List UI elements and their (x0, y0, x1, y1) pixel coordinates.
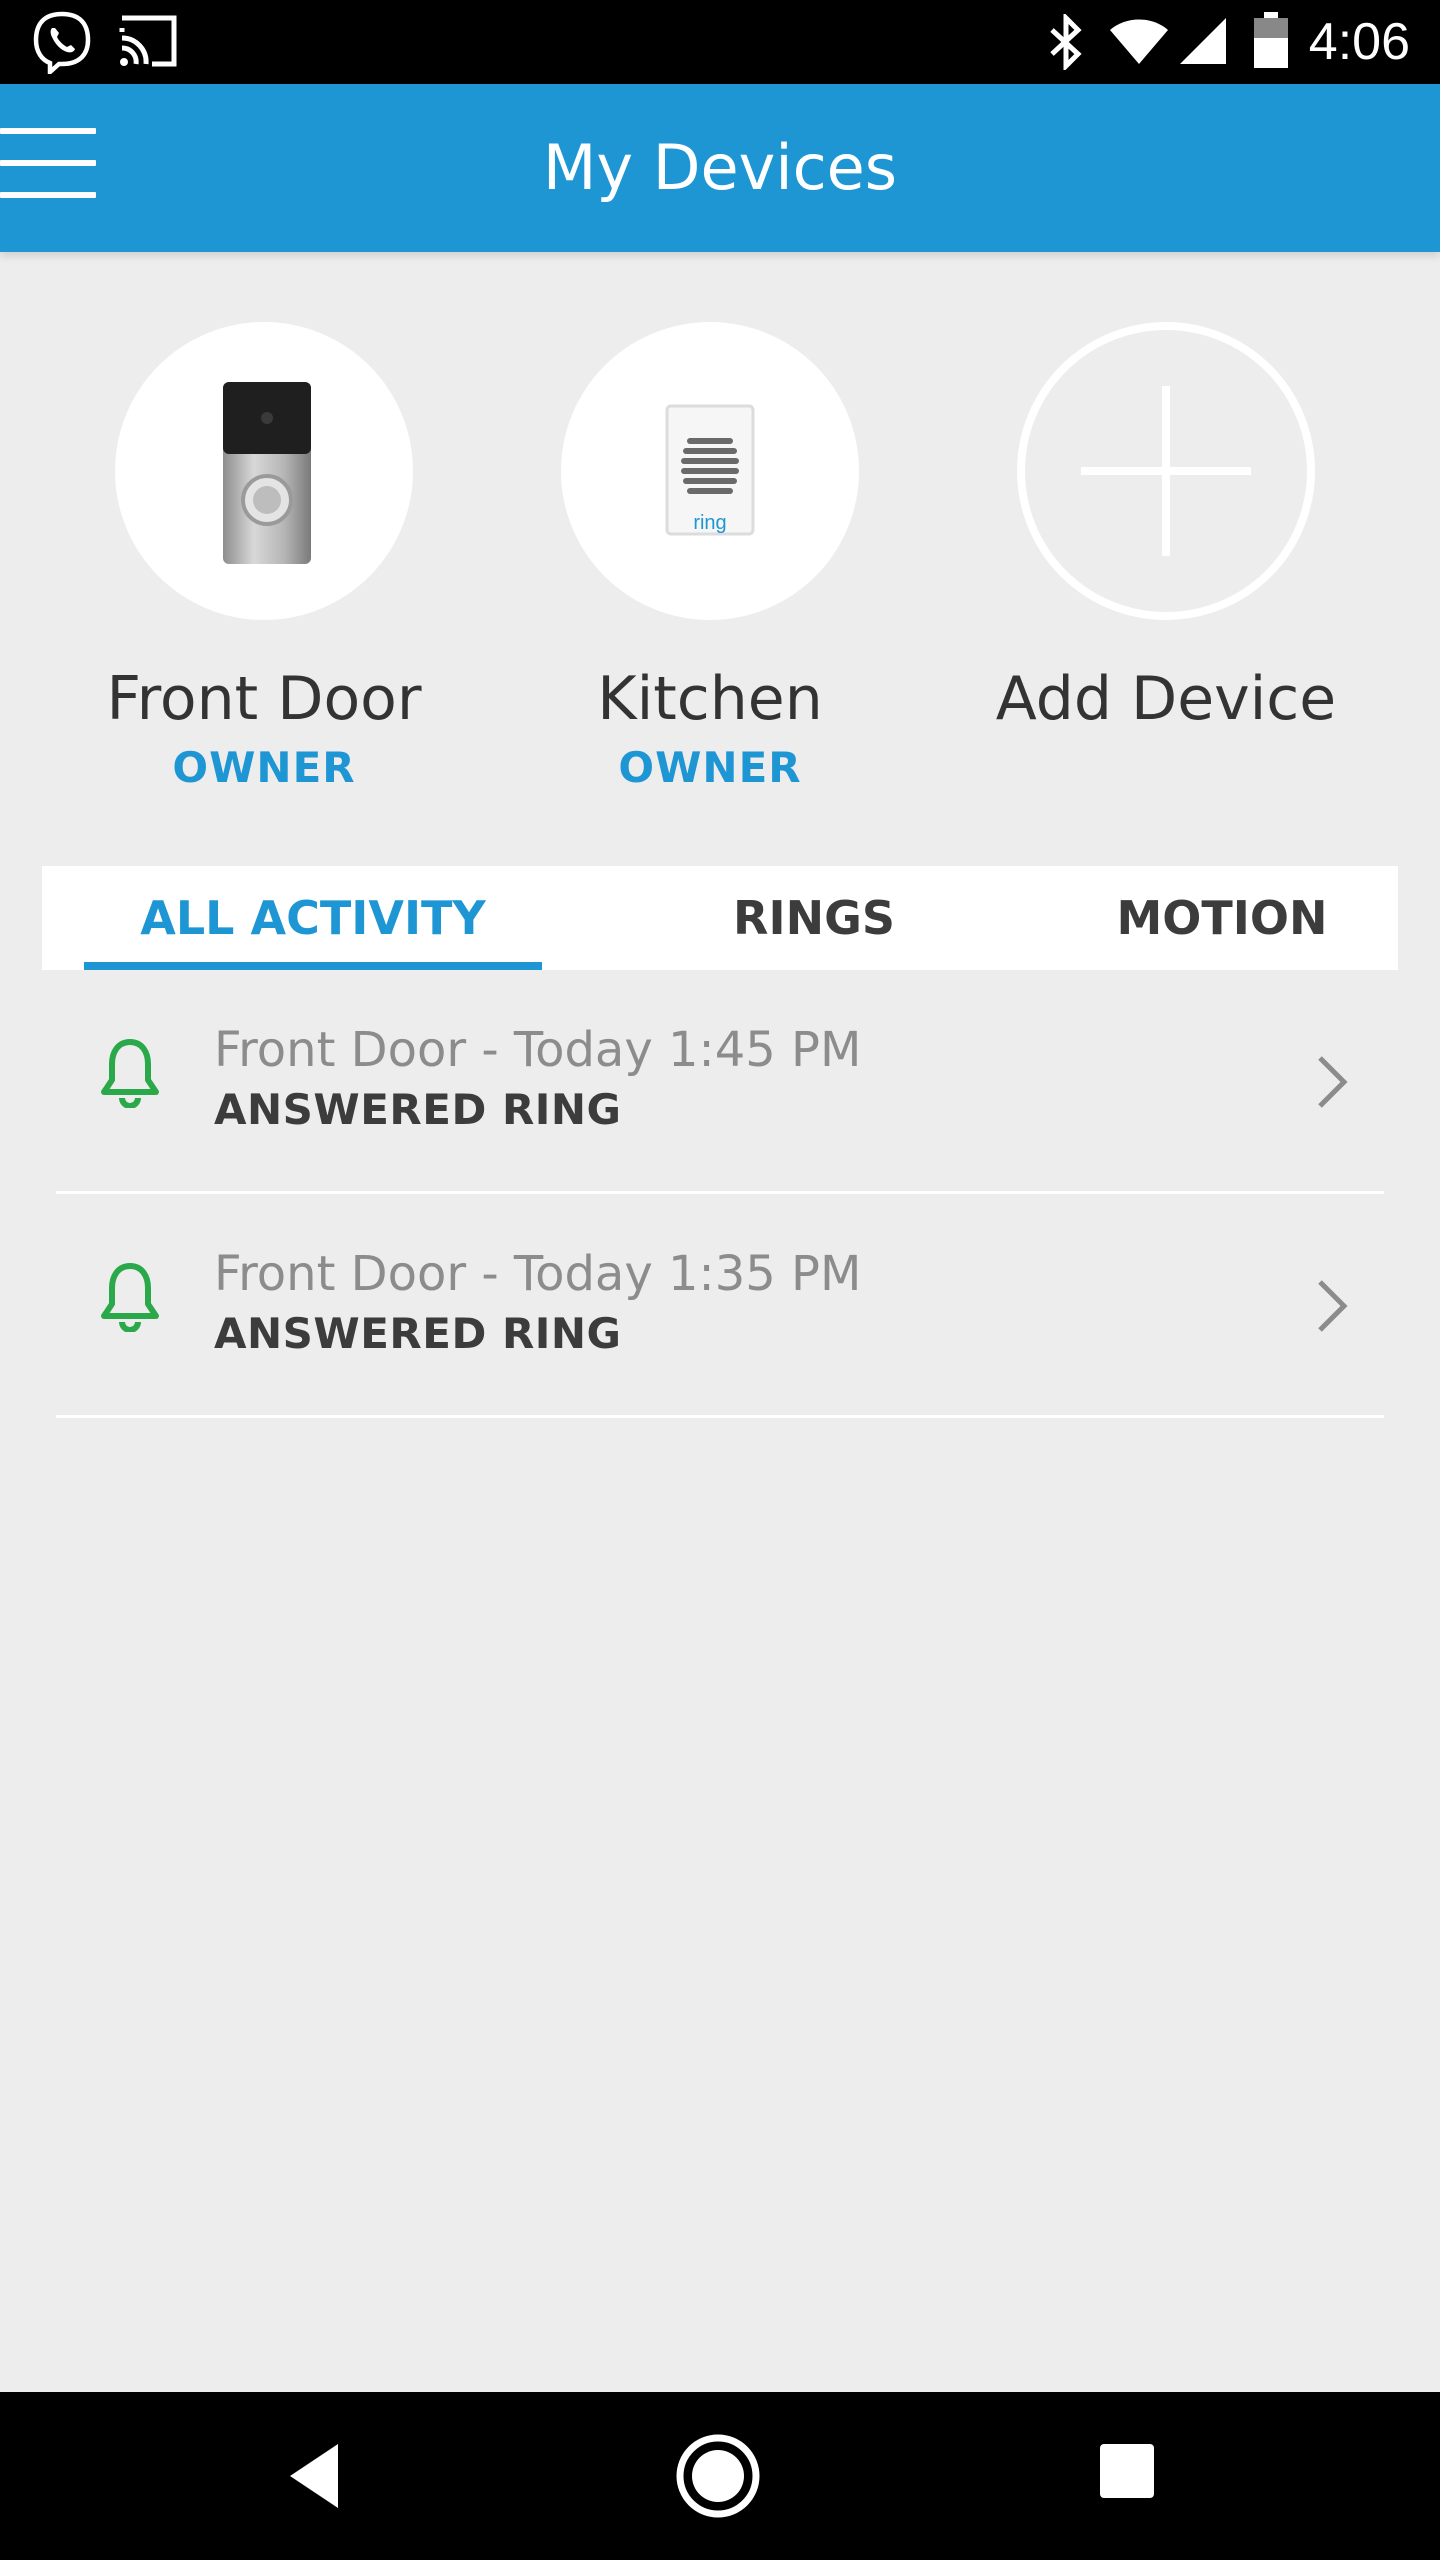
tab-indicator (84, 962, 542, 970)
activity-status: ANSWERED RING (214, 1085, 622, 1134)
device-kitchen[interactable]: ring Kitchen OWNER (500, 322, 920, 798)
device-front-door[interactable]: Front Door OWNER (54, 322, 474, 798)
add-device-circle (1017, 322, 1315, 620)
battery-icon (1254, 12, 1288, 68)
page-title: My Devices (542, 131, 898, 204)
device-avatar: ring (561, 322, 859, 620)
bell-icon (101, 1263, 159, 1332)
device-name: Front Door (106, 664, 422, 734)
app-bar: My Devices (0, 84, 1440, 252)
chime-icon: ring (665, 404, 755, 536)
activity-title: Front Door - Today 1:45 PM (214, 1022, 862, 1078)
device-name: Kitchen (597, 664, 823, 734)
activity-item[interactable]: Front Door - Today 1:35 PM ANSWERED RING (56, 1194, 1384, 1418)
chevron-right-icon (1318, 1280, 1348, 1332)
viber-icon (33, 11, 91, 74)
chevron-right-icon (1318, 1056, 1348, 1108)
add-device-button[interactable]: Add Device (956, 322, 1376, 734)
device-role: OWNER (172, 743, 356, 792)
bell-icon (101, 1039, 159, 1108)
bluetooth-icon (1050, 14, 1082, 70)
screen: 4:06 My Devices Front Door OWNER ring Ki… (0, 0, 1440, 2560)
system-nav-bar (0, 2392, 1440, 2560)
activity-item[interactable]: Front Door - Today 1:45 PM ANSWERED RING (56, 970, 1384, 1194)
back-icon[interactable] (284, 2436, 344, 2516)
status-bar: 4:06 (0, 0, 1440, 84)
cast-icon (119, 15, 177, 67)
activity-status: ANSWERED RING (214, 1309, 622, 1358)
wifi-icon (1110, 19, 1168, 64)
device-avatar (115, 322, 413, 620)
activity-tabs: ALL ACTIVITY RINGS MOTION (42, 866, 1398, 970)
doorbell-icon (223, 382, 311, 564)
chime-brand-label: ring (693, 512, 726, 534)
tab-all-activity[interactable]: ALL ACTIVITY (84, 866, 542, 970)
device-role: OWNER (618, 743, 802, 792)
recents-icon[interactable] (1098, 2442, 1156, 2500)
status-time: 4:06 (1308, 13, 1410, 71)
device-name: Add Device (995, 664, 1337, 734)
plus-icon (1081, 386, 1251, 556)
signal-icon (1180, 18, 1226, 64)
activity-title: Front Door - Today 1:35 PM (214, 1246, 862, 1302)
home-icon[interactable] (674, 2432, 762, 2520)
tab-rings[interactable]: RINGS (594, 866, 1034, 970)
tab-motion[interactable]: MOTION (992, 866, 1440, 970)
